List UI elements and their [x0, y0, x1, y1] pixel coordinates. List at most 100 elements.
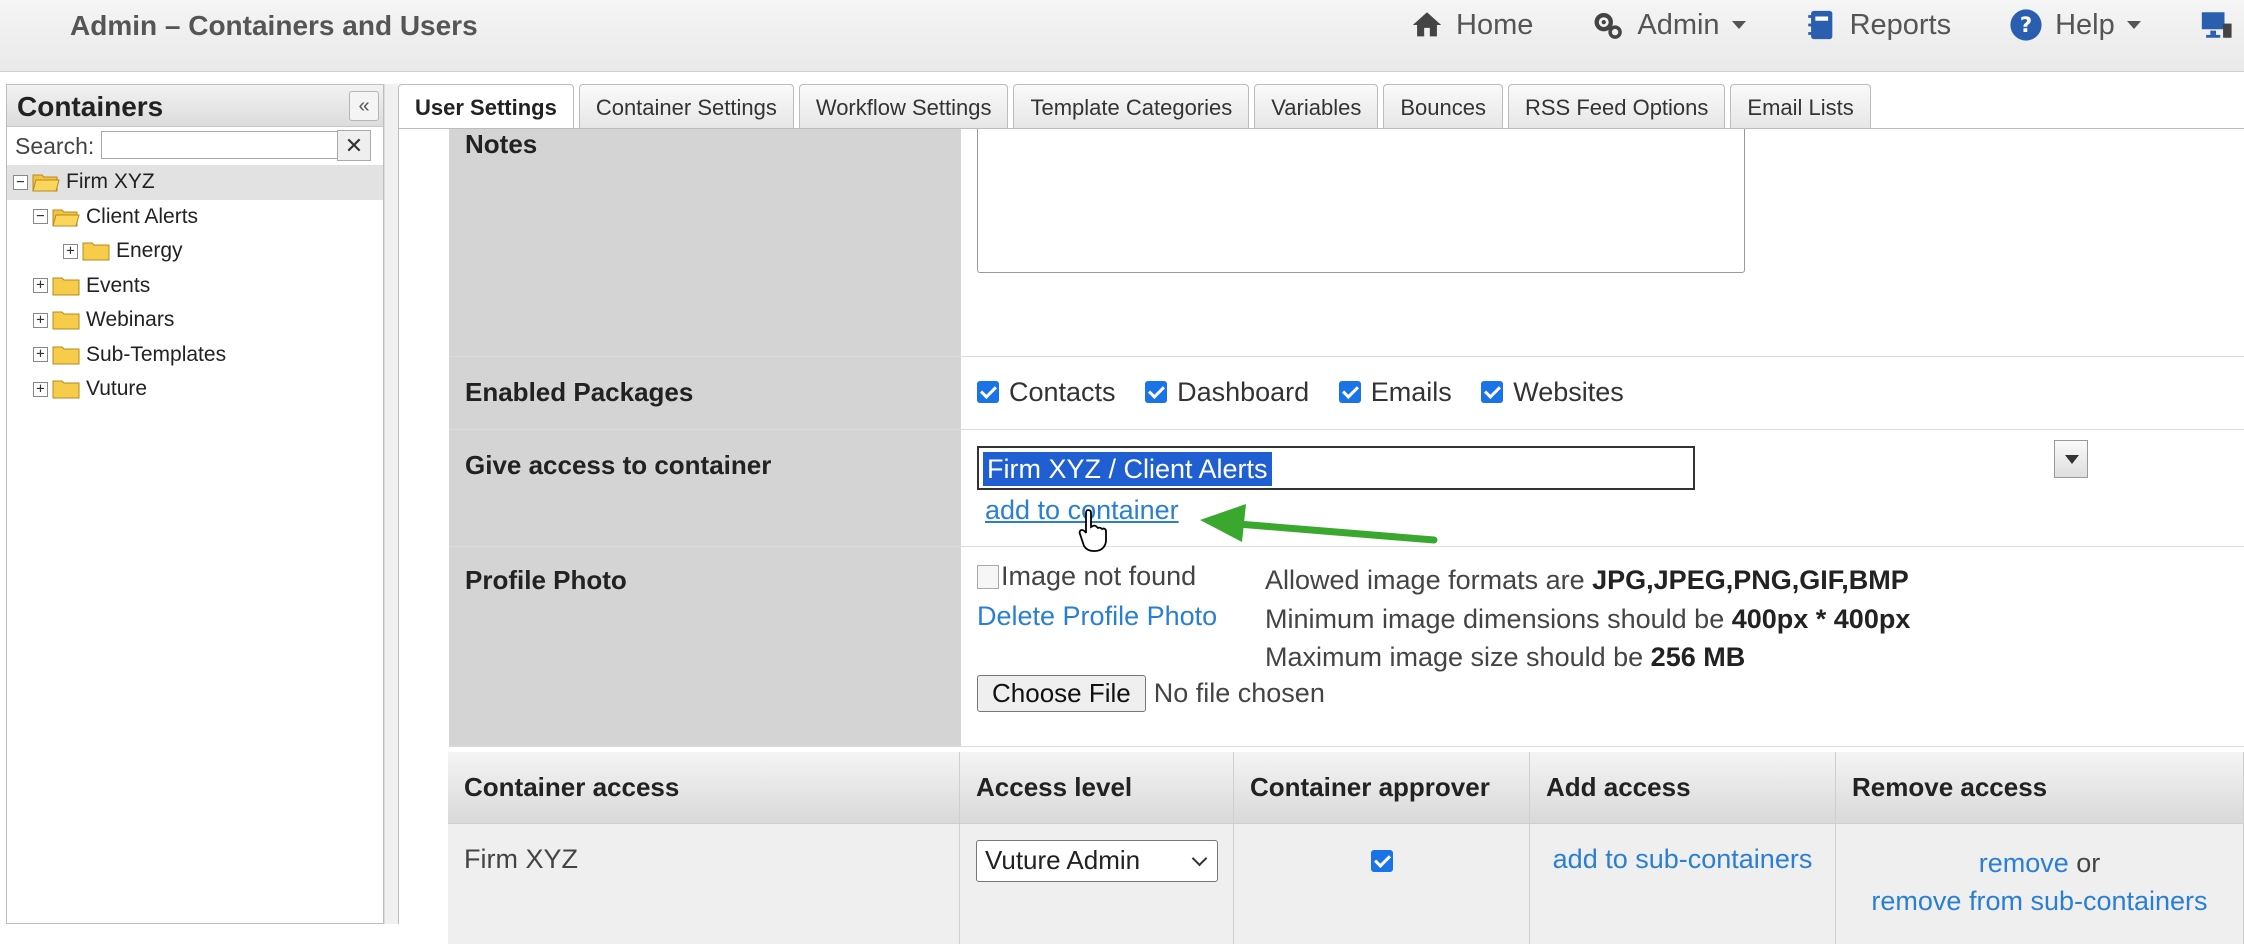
expand-toggle[interactable]: + — [33, 312, 48, 328]
column-header-add-access: Add access — [1530, 752, 1836, 823]
enabled-packages-label: Enabled Packages — [449, 357, 961, 429]
nav-more[interactable]: M — [2199, 8, 2244, 42]
image-requirements: Allowed image formats are JPG,JPEG,PNG,G… — [1265, 565, 1911, 672]
choose-file-button[interactable]: Choose File — [977, 675, 1146, 712]
annotation-arrow-icon — [1200, 504, 1438, 544]
book-icon — [1807, 10, 1832, 40]
settings-tabs: User Settings Container Settings Workflo… — [398, 84, 1876, 130]
access-table-header: Container access Access level Container … — [448, 752, 2244, 824]
folder-icon — [52, 311, 80, 330]
nav-home[interactable]: Home — [1410, 8, 1533, 42]
delete-profile-photo-link[interactable]: Delete Profile Photo — [977, 601, 1217, 632]
tab-variables[interactable]: Variables — [1254, 84, 1379, 128]
containers-panel: Containers « Search: ✕ − Firm XYZ − Clie… — [6, 84, 384, 924]
container-tree: − Firm XYZ − Client Alerts + Energy + Ev… — [7, 165, 383, 407]
no-file-chosen-text: No file chosen — [1153, 678, 1325, 708]
folder-icon — [52, 277, 80, 296]
notes-label: Notes — [449, 129, 961, 356]
tree-node-events[interactable]: + Events — [7, 269, 383, 304]
tree-node-webinars[interactable]: + Webinars — [7, 303, 383, 338]
file-upload: Choose File No file chosen — [977, 675, 1325, 712]
top-nav: Home Admin Reports ? Help M — [1410, 8, 2244, 42]
package-websites[interactable]: Websites — [1481, 377, 1624, 408]
nav-admin[interactable]: Admin — [1591, 8, 1746, 42]
panel-splitter[interactable] — [384, 84, 398, 924]
give-access-label: Give access to container — [449, 430, 961, 546]
profile-photo-row: Profile Photo Image not found Delete Pro… — [449, 547, 2244, 747]
user-settings-form: Notes Enabled Packages Contacts Dashboar… — [449, 129, 2244, 747]
add-to-sub-containers-link[interactable]: add to sub-containers — [1553, 844, 1813, 874]
nav-help[interactable]: ? Help — [2009, 8, 2141, 42]
page-title: Admin – Containers and Users — [70, 10, 478, 41]
column-header-access-level: Access level — [960, 752, 1234, 823]
table-row: Firm XYZ Vuture Admin add to sub-contain… — [448, 824, 2244, 944]
home-icon — [1412, 12, 1442, 37]
or-text: or — [2076, 848, 2101, 878]
double-chevron-left-icon: « — [358, 94, 370, 117]
container-approver-checkbox[interactable] — [1370, 850, 1393, 872]
search-input[interactable] — [101, 131, 339, 159]
question-circle-icon: ? — [2010, 9, 2042, 41]
notes-textarea[interactable] — [977, 129, 1745, 273]
tree-node-sub-templates[interactable]: + Sub-Templates — [7, 338, 383, 373]
remove-from-sub-containers-link[interactable]: remove from sub-containers — [1871, 886, 2207, 916]
package-emails[interactable]: Emails — [1338, 377, 1452, 408]
clear-search-button[interactable]: ✕ — [337, 130, 371, 161]
expand-toggle[interactable]: + — [33, 278, 48, 294]
gears-icon — [1594, 12, 1623, 39]
package-dashboard[interactable]: Dashboard — [1145, 377, 1309, 408]
tab-email-lists[interactable]: Email Lists — [1730, 84, 1871, 128]
tab-container-settings[interactable]: Container Settings — [578, 84, 794, 128]
expand-toggle[interactable]: + — [63, 243, 78, 259]
container-search: Search: ✕ — [7, 127, 383, 163]
top-bar: Admin – Containers and Users Home Admin … — [0, 0, 2244, 72]
profile-photo-label: Profile Photo — [449, 547, 961, 746]
collapse-toggle[interactable]: − — [13, 174, 28, 190]
checkbox-checked-icon[interactable] — [1481, 381, 1504, 403]
hand-cursor-icon — [1078, 509, 1107, 552]
search-label: Search: — [15, 133, 95, 159]
access-level-select[interactable]: Vuture Admin — [976, 840, 1218, 882]
tree-node-energy[interactable]: + Energy — [7, 234, 383, 269]
expand-toggle[interactable]: + — [33, 347, 48, 363]
column-header-container-approver: Container approver — [1234, 752, 1530, 823]
nav-reports[interactable]: Reports — [1804, 8, 1951, 42]
broken-image-icon — [977, 564, 999, 589]
tab-template-categories[interactable]: Template Categories — [1013, 84, 1250, 128]
collapse-panel-button[interactable]: « — [349, 91, 379, 121]
containers-panel-header: Containers « — [7, 85, 383, 127]
folder-icon — [82, 242, 110, 261]
package-contacts[interactable]: Contacts — [977, 377, 1116, 408]
monitor-icon — [2201, 12, 2232, 38]
tab-rss-feed-options[interactable]: RSS Feed Options — [1507, 84, 1726, 128]
tree-node-client-alerts[interactable]: − Client Alerts — [7, 200, 383, 235]
checkbox-checked-icon[interactable] — [1145, 381, 1168, 403]
checkbox-checked-icon[interactable] — [1338, 381, 1361, 403]
notes-row: Notes — [449, 129, 2244, 357]
column-header-remove-access: Remove access — [1836, 752, 2244, 823]
tab-workflow-settings[interactable]: Workflow Settings — [798, 84, 1009, 128]
checkbox-checked-icon[interactable] — [977, 381, 999, 403]
container-select[interactable]: Firm XYZ / Client Alerts — [977, 446, 1695, 490]
expand-toggle[interactable]: + — [33, 381, 48, 397]
folder-open-icon — [52, 209, 80, 227]
column-header-container-access: Container access — [448, 752, 960, 823]
enabled-packages-row: Enabled Packages Contacts Dashboard Emai… — [449, 357, 2244, 430]
chevron-down-icon — [2126, 21, 2141, 29]
tab-bounces[interactable]: Bounces — [1383, 84, 1503, 128]
containers-panel-title: Containers — [17, 91, 164, 122]
collapse-toggle[interactable]: − — [33, 209, 48, 225]
folder-icon — [52, 380, 80, 399]
tree-node-firm-xyz[interactable]: − Firm XYZ — [7, 165, 383, 200]
container-select-value: Firm XYZ / Client Alerts — [983, 452, 1272, 486]
folder-open-icon — [32, 174, 60, 192]
profile-photo-image: Image not found — [977, 561, 1196, 592]
remove-access-link[interactable]: remove — [1979, 848, 2069, 878]
row-container-name: Firm XYZ — [448, 824, 960, 944]
svg-text:?: ? — [2020, 13, 2032, 38]
folder-icon — [52, 346, 80, 365]
container-select-dropdown-button[interactable] — [2054, 440, 2088, 478]
container-access-table: Container access Access level Container … — [448, 752, 2244, 944]
tab-user-settings[interactable]: User Settings — [398, 84, 574, 130]
tree-node-vuture[interactable]: + Vuture — [7, 372, 383, 407]
